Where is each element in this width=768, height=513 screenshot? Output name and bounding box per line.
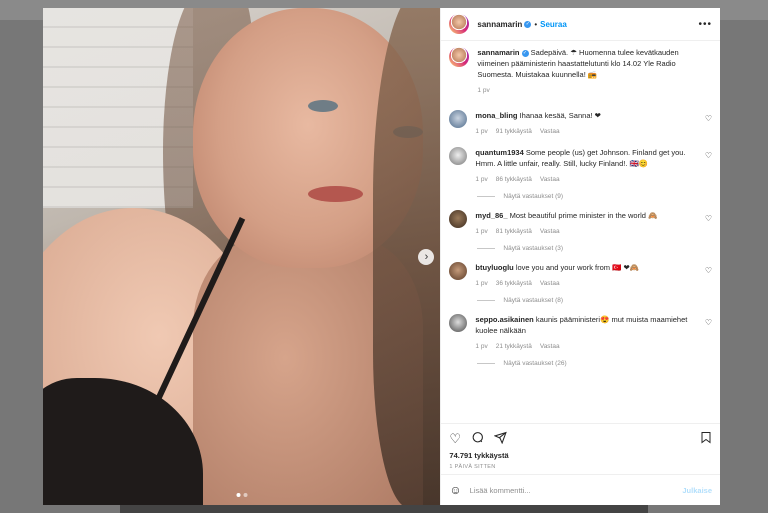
- comment-meta: 1 pv 91 tykkäystä Vastaa: [475, 126, 696, 137]
- comment-username[interactable]: seppo.asikainen: [475, 315, 533, 324]
- view-replies[interactable]: Näytä vastaukset (9): [477, 193, 712, 200]
- post-modal: › sannamarin ✓ • Seuraa ••• sannamarin ✓ …: [43, 8, 720, 505]
- post-timestamp: 1 PÄIVÄ SITTEN: [449, 464, 496, 470]
- reply-button[interactable]: Vastaa: [540, 174, 560, 185]
- verified-badge-icon: ✓: [524, 20, 532, 28]
- comment-input[interactable]: Lisää kommentti...: [470, 486, 531, 495]
- comment-item: mona_bling Ihanaa kesää, Sanna! ❤ 1 pv 9…: [449, 110, 712, 137]
- follow-button[interactable]: Seuraa: [540, 20, 567, 29]
- post-actions: ♡ 74.791 tykkäystä 1 PÄIVÄ SITTEN: [441, 423, 720, 474]
- comment-time: 1 pv: [475, 280, 488, 287]
- view-replies-label[interactable]: Näytä vastaukset (26): [503, 360, 566, 367]
- comment-time: 1 pv: [475, 343, 488, 350]
- heart-icon[interactable]: ♡: [705, 318, 712, 327]
- comment-time: 1 pv: [475, 128, 488, 135]
- photo-eye-left: [308, 100, 338, 112]
- comment-meta: 1 pv 86 tykkäystä Vastaa: [475, 174, 696, 185]
- comment-time: 1 pv: [475, 176, 488, 183]
- action-icons: ♡: [449, 430, 712, 448]
- likes-count[interactable]: 74.791 tykkäystä: [449, 451, 712, 460]
- view-replies[interactable]: Näytä vastaukset (8): [477, 297, 712, 304]
- commenter-avatar[interactable]: [449, 147, 468, 165]
- carousel-dot: [243, 493, 248, 497]
- view-replies[interactable]: Näytä vastaukset (3): [477, 245, 712, 252]
- comment-username[interactable]: quantum1934: [475, 148, 523, 157]
- comment-body: quantum1934 Some people (us) get Johnson…: [475, 147, 712, 185]
- replies-line: [477, 248, 496, 249]
- photo-mouth: [308, 186, 363, 202]
- replies-line: [477, 196, 496, 197]
- heart-icon[interactable]: ♡: [705, 114, 712, 123]
- comment-body: myd_86_ Most beautiful prime minister in…: [475, 210, 712, 237]
- comment-username[interactable]: mona_bling: [475, 111, 517, 120]
- comment-likes[interactable]: 91 tykkäystä: [496, 126, 532, 137]
- comment-body: mona_bling Ihanaa kesää, Sanna! ❤ 1 pv 9…: [475, 110, 712, 137]
- commenter-avatar[interactable]: [449, 262, 468, 280]
- post-comment-button[interactable]: Julkaise: [682, 486, 712, 495]
- separator-dot: •: [534, 19, 538, 29]
- comment-text: love you and your work from 🇹🇷 ❤🙈: [515, 263, 640, 272]
- heart-icon[interactable]: ♡: [705, 151, 712, 160]
- verified-badge-icon: ✓: [521, 49, 529, 57]
- author-avatar[interactable]: [449, 14, 470, 34]
- reply-button[interactable]: Vastaa: [540, 278, 560, 289]
- caption: sannamarin ✓ Sadepäivä. ☂ Huomenna tulee …: [449, 47, 712, 96]
- post-photo[interactable]: ›: [43, 8, 441, 505]
- more-options-icon[interactable]: •••: [698, 19, 712, 30]
- view-replies[interactable]: Näytä vastaukset (26): [477, 360, 712, 367]
- comment-body: btuyluoglu love you and your work from 🇹…: [475, 262, 712, 289]
- reply-button[interactable]: Vastaa: [540, 126, 560, 137]
- add-comment-bar: ☺ Lisää kommentti... Julkaise: [441, 474, 720, 505]
- comment-username[interactable]: myd_86_: [475, 211, 507, 220]
- comments-list[interactable]: sannamarin ✓ Sadepäivä. ☂ Huomenna tulee …: [441, 41, 720, 423]
- comment-text: Ihanaa kesää, Sanna! ❤: [519, 111, 601, 120]
- caption-meta: 1 pv: [477, 85, 696, 96]
- paper-plane-icon[interactable]: [493, 431, 507, 447]
- post-header: sannamarin ✓ • Seuraa •••: [441, 8, 720, 41]
- comment-item: myd_86_ Most beautiful prime minister in…: [449, 210, 712, 237]
- author-avatar[interactable]: [449, 47, 470, 67]
- comment-item: btuyluoglu love you and your work from 🇹…: [449, 262, 712, 289]
- replies-line: [477, 363, 496, 364]
- caption-username[interactable]: sannamarin: [477, 48, 519, 57]
- emoji-icon[interactable]: ☺: [449, 483, 461, 497]
- heart-icon[interactable]: ♡: [449, 431, 461, 447]
- view-replies-label[interactable]: Näytä vastaukset (8): [503, 297, 563, 304]
- heart-icon[interactable]: ♡: [705, 266, 712, 275]
- comment-text: Most beautiful prime minister in the wor…: [509, 211, 658, 220]
- reply-button[interactable]: Vastaa: [540, 341, 560, 352]
- backdrop-thumbnails: [120, 505, 648, 513]
- comment-item: seppo.asikainen kaunis pääministeri😍 mut…: [449, 314, 712, 352]
- comment-meta: 1 pv 36 tykkäystä Vastaa: [475, 278, 696, 289]
- carousel-dots: [236, 493, 248, 497]
- commenter-avatar[interactable]: [449, 210, 468, 228]
- comment-likes[interactable]: 86 tykkäystä: [496, 174, 532, 185]
- heart-icon[interactable]: ♡: [705, 214, 712, 223]
- reply-button[interactable]: Vastaa: [540, 226, 560, 237]
- comment-likes[interactable]: 21 tykkäystä: [496, 341, 532, 352]
- comment-body: seppo.asikainen kaunis pääministeri😍 mut…: [475, 314, 712, 352]
- comment-likes[interactable]: 36 tykkäystä: [496, 278, 532, 289]
- commenter-avatar[interactable]: [449, 110, 468, 128]
- comment-item: quantum1934 Some people (us) get Johnson…: [449, 147, 712, 185]
- commenter-avatar[interactable]: [449, 314, 468, 332]
- author-username[interactable]: sannamarin: [477, 20, 522, 29]
- comment-username[interactable]: btuyluoglu: [475, 263, 513, 272]
- view-replies-label[interactable]: Näytä vastaukset (3): [503, 245, 563, 252]
- view-replies-label[interactable]: Näytä vastaukset (9): [503, 193, 563, 200]
- carousel-dot-active: [236, 493, 241, 497]
- caption-time: 1 pv: [477, 87, 490, 94]
- caption-body: sannamarin ✓ Sadepäivä. ☂ Huomenna tulee …: [477, 47, 712, 96]
- comment-icon[interactable]: [471, 431, 484, 447]
- comment-likes[interactable]: 81 tykkäystä: [496, 226, 532, 237]
- comment-meta: 1 pv 21 tykkäystä Vastaa: [475, 341, 696, 352]
- bookmark-icon[interactable]: [700, 431, 712, 447]
- post-side-panel: sannamarin ✓ • Seuraa ••• sannamarin ✓ Sa…: [440, 8, 720, 505]
- comment-meta: 1 pv 81 tykkäystä Vastaa: [475, 226, 696, 237]
- comment-time: 1 pv: [475, 228, 488, 235]
- replies-line: [477, 300, 496, 301]
- chevron-right-icon: ›: [424, 251, 429, 263]
